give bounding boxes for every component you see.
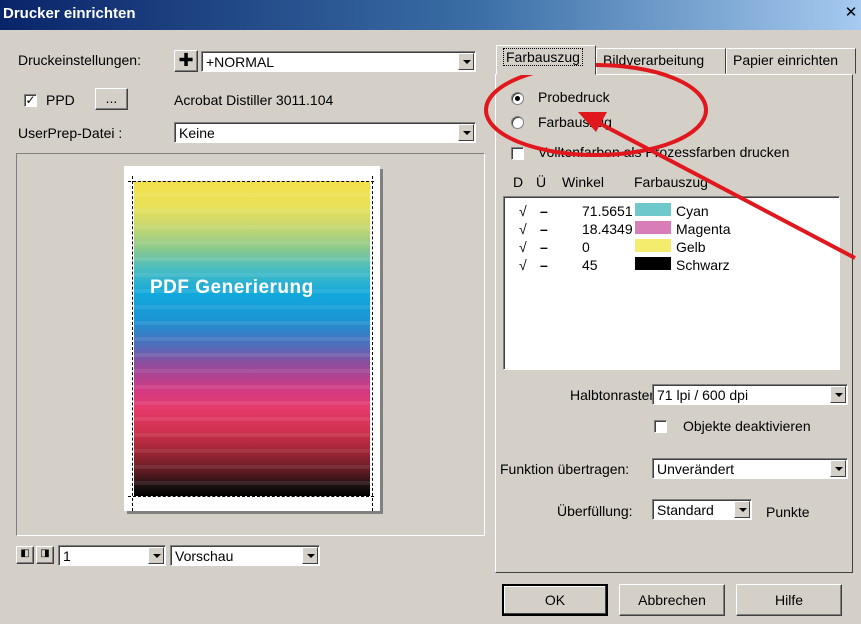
chevron-down-icon[interactable]: [458, 53, 474, 70]
list-item[interactable]: √ – 18.4349 Magenta: [504, 221, 839, 239]
close-icon[interactable]: ✕: [844, 5, 858, 20]
druckeinstellungen-label: Druckeinstellungen:: [18, 52, 141, 68]
ok-button[interactable]: OK: [502, 584, 608, 616]
tab-papier-einrichten[interactable]: Papier einrichten: [726, 48, 856, 74]
preview-page: PDF Generierung: [124, 166, 380, 511]
ueberfuellung-select[interactable]: Standard: [652, 499, 752, 520]
halbton-label: Halbtonraster:: [570, 387, 658, 403]
col-farbauszug: Farbauszug: [634, 174, 708, 190]
window-title: Drucker einrichten: [3, 5, 136, 22]
radio-probedruck[interactable]: [511, 92, 524, 105]
probedruck-label: Probedruck: [538, 89, 610, 105]
list-item[interactable]: √ – 45 Schwarz: [504, 257, 839, 275]
objekte-checkbox[interactable]: [654, 420, 667, 433]
col-winkel: Winkel: [562, 174, 605, 190]
funktion-select[interactable]: Unverändert: [652, 458, 848, 479]
chevron-down-icon[interactable]: [830, 460, 846, 477]
crop-line-top: [128, 181, 374, 182]
row-winkel: 0: [582, 239, 590, 255]
swatch-gelb: [635, 239, 671, 252]
page-value: 1: [63, 548, 71, 564]
crop-line-bottom: [128, 496, 374, 497]
add-preset-button[interactable]: ✚: [174, 50, 198, 72]
row-u: –: [540, 239, 548, 255]
ppd-name: Acrobat Distiller 3011.104: [174, 92, 334, 108]
druckeinstellungen-select[interactable]: +NORMAL: [201, 51, 476, 72]
userprep-select[interactable]: Keine: [174, 122, 476, 143]
col-d: D: [513, 174, 524, 190]
chevron-down-icon[interactable]: [734, 501, 750, 518]
halbton-value: 71 lpi / 600 dpi: [657, 387, 749, 403]
ppd-label: PPD: [46, 92, 75, 108]
chevron-down-icon[interactable]: [302, 547, 318, 564]
row-winkel: 71.5651: [582, 203, 633, 219]
row-name: Schwarz: [676, 257, 730, 273]
row-u: –: [540, 257, 548, 273]
tab-bildverarbeitung[interactable]: Bildverarbeitung: [596, 48, 726, 74]
funktion-value: Unverändert: [657, 461, 735, 477]
col-u: Ü: [536, 174, 547, 190]
halbton-select[interactable]: 71 lpi / 600 dpi: [652, 384, 848, 405]
farbauszug-label: Farbauszug: [538, 114, 612, 130]
page-select[interactable]: 1: [58, 545, 166, 566]
userprep-value: Keine: [179, 125, 215, 141]
chevron-down-icon[interactable]: [830, 386, 846, 403]
vollton-label: Volltonfarben als Prozessfarben drucken: [538, 144, 790, 160]
crop-line-right: [372, 176, 373, 511]
preview-text: PDF Generierung: [150, 277, 314, 298]
list-item[interactable]: √ – 0 Gelb: [504, 239, 839, 257]
swatch-magenta: [635, 221, 671, 234]
gradient-bands: [134, 181, 370, 496]
plus-icon: ✚: [178, 50, 194, 70]
abbrechen-button[interactable]: Abbrechen: [619, 584, 725, 616]
punkte-label: Punkte: [766, 504, 810, 520]
row-d: √: [519, 239, 527, 255]
separation-list[interactable]: √ – 71.5651 Cyan √ – 18.4349 Magenta √ –…: [503, 196, 840, 370]
row-name: Magenta: [676, 221, 731, 237]
row-d: √: [519, 257, 527, 273]
tab-farbauszug[interactable]: Farbauszug: [496, 45, 596, 75]
userprep-label: UserPrep-Datei :: [18, 125, 123, 141]
vollton-checkbox[interactable]: [511, 147, 524, 160]
hilfe-button[interactable]: Hilfe: [736, 584, 842, 616]
tab-farbauszug-label: Farbauszug: [503, 48, 583, 66]
page-next-icon[interactable]: ◨: [36, 546, 54, 564]
swatch-cyan: [635, 203, 671, 216]
chevron-down-icon[interactable]: [458, 124, 474, 141]
row-u: –: [540, 221, 548, 237]
funktion-label: Funktion übertragen:: [500, 461, 630, 477]
preview-panel: PDF Generierung: [16, 153, 485, 536]
row-name: Cyan: [676, 203, 709, 219]
row-u: –: [540, 203, 548, 219]
crop-line-left: [132, 176, 133, 511]
chevron-down-icon[interactable]: [148, 547, 164, 564]
ppd-checkbox[interactable]: ✓: [24, 94, 37, 107]
title-bar: Drucker einrichten ✕: [0, 0, 861, 30]
list-item[interactable]: √ – 71.5651 Cyan: [504, 203, 839, 221]
row-d: √: [519, 221, 527, 237]
druckeinstellungen-value: +NORMAL: [206, 54, 275, 70]
ueberfuellung-label: Überfüllung:: [557, 503, 633, 519]
view-value: Vorschau: [175, 548, 234, 564]
ppd-browse-button[interactable]: ...: [95, 88, 128, 110]
row-winkel: 18.4349: [582, 221, 633, 237]
ueberfuellung-value: Standard: [657, 502, 714, 518]
page-prev-icon[interactable]: ◧: [16, 546, 34, 564]
row-name: Gelb: [676, 239, 706, 255]
swatch-schwarz: [635, 257, 671, 270]
radio-farbauszug[interactable]: [511, 116, 524, 129]
row-winkel: 45: [582, 257, 598, 273]
objekte-label: Objekte deaktivieren: [683, 418, 811, 434]
row-d: √: [519, 203, 527, 219]
view-select[interactable]: Vorschau: [170, 545, 320, 566]
